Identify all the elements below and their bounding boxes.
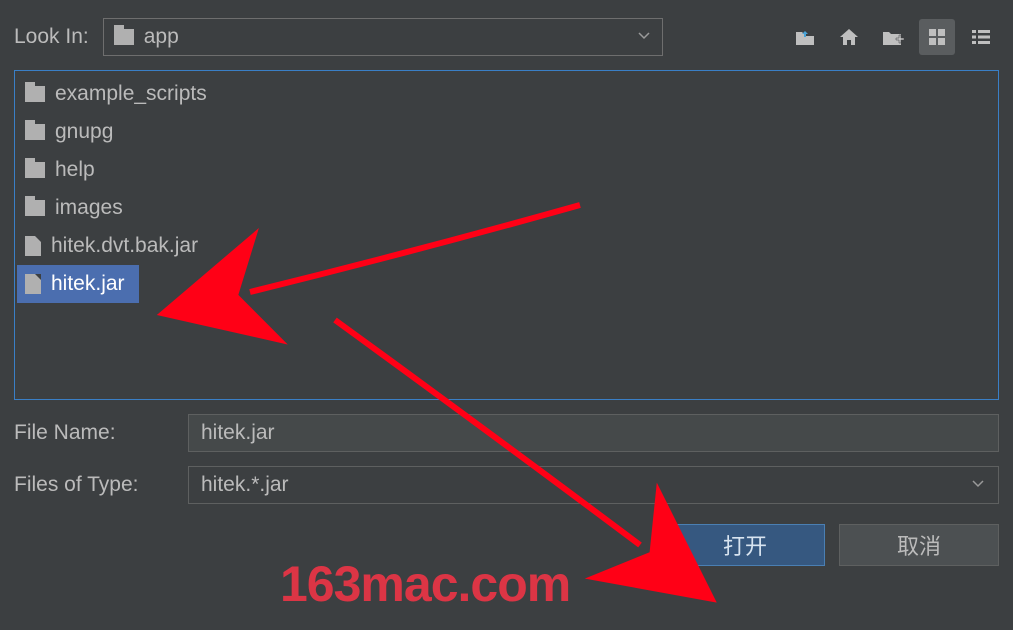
file-item-label: gnupg (55, 120, 113, 144)
file-item-label: images (55, 196, 123, 220)
file-item-label: hitek.jar (51, 272, 125, 296)
look-in-value: app (144, 25, 179, 49)
file-item[interactable]: help (17, 151, 996, 189)
file-item-label: example_scripts (55, 82, 207, 106)
filetype-value: hitek.*.jar (201, 473, 289, 497)
filetype-label: Files of Type: (14, 473, 174, 497)
file-item[interactable]: hitek.jar (17, 265, 139, 303)
folder-icon (114, 29, 134, 45)
filename-label: File Name: (14, 421, 174, 445)
grid-view-icon[interactable] (919, 19, 955, 55)
open-button[interactable]: 打开 (665, 524, 825, 566)
list-view-icon[interactable] (963, 19, 999, 55)
file-icon (25, 274, 41, 294)
look-in-dropdown[interactable]: app (103, 18, 663, 56)
chevron-down-icon (636, 25, 652, 49)
folder-icon (25, 162, 45, 178)
file-item[interactable]: gnupg (17, 113, 996, 151)
look-in-label: Look In: (14, 25, 89, 49)
filename-input[interactable] (188, 414, 999, 452)
filetype-dropdown[interactable]: hitek.*.jar (188, 466, 999, 504)
file-item-label: help (55, 158, 95, 182)
new-folder-icon[interactable] (875, 19, 911, 55)
file-item[interactable]: hitek.dvt.bak.jar (17, 227, 996, 265)
cancel-button[interactable]: 取消 (839, 524, 999, 566)
file-item[interactable]: example_scripts (17, 75, 996, 113)
file-list[interactable]: example_scriptsgnupg help images hitek.dvt.… (14, 70, 999, 400)
folder-icon (25, 86, 45, 102)
file-icon (25, 236, 41, 256)
folder-icon (25, 124, 45, 140)
file-item[interactable]: images (17, 189, 996, 227)
home-icon[interactable] (831, 19, 867, 55)
folder-icon (25, 200, 45, 216)
file-item-label: hitek.dvt.bak.jar (51, 234, 198, 258)
chevron-down-icon (970, 473, 986, 497)
up-level-icon[interactable] (787, 19, 823, 55)
